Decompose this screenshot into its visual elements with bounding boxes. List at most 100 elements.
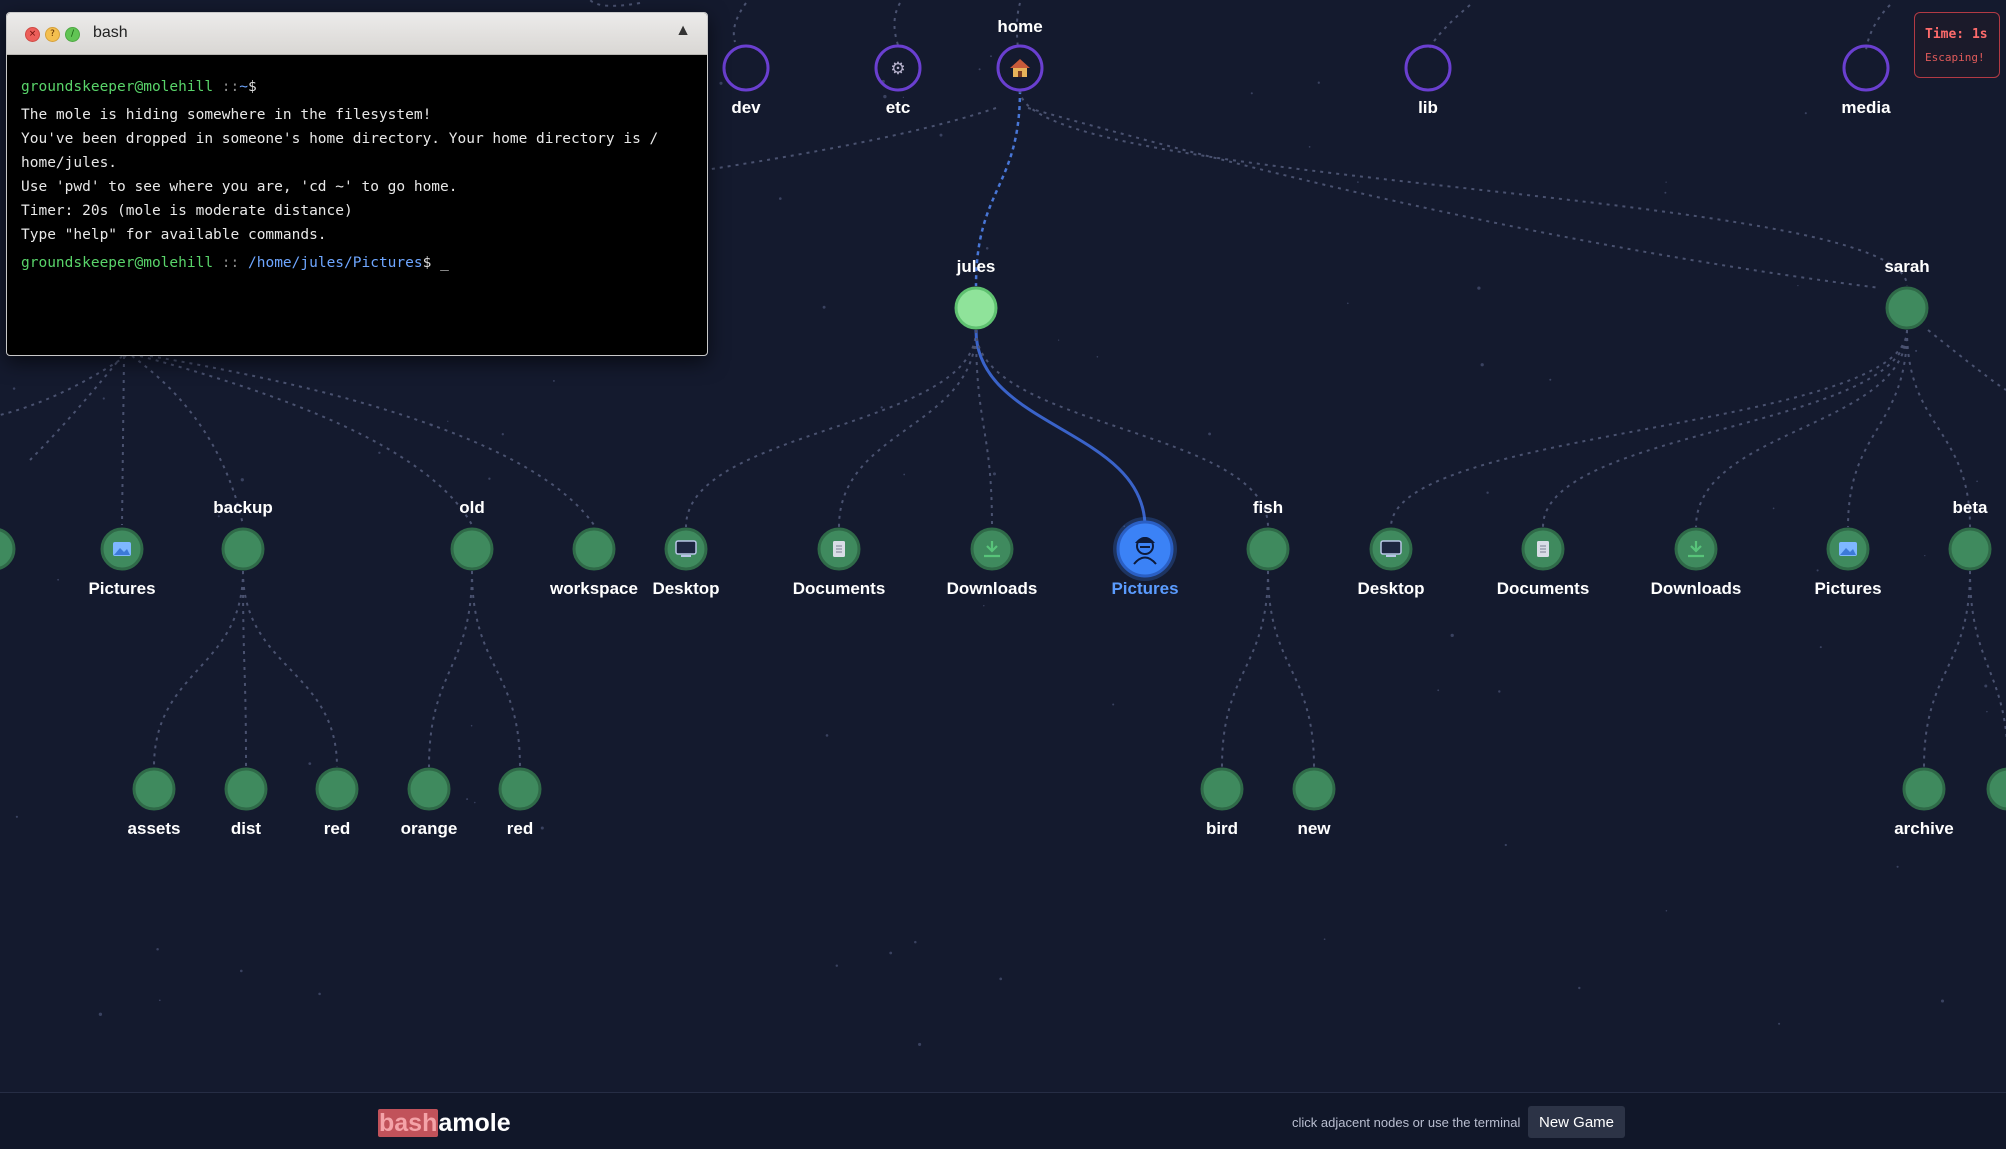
star <box>552 379 555 382</box>
dir-node-circle[interactable] <box>1292 767 1336 811</box>
terminal-output[interactable]: groundskeeper@molehill ::~$ The mole is … <box>7 55 707 297</box>
node-edge-child[interactable] <box>1986 767 2006 811</box>
node-archive[interactable]: archive <box>1894 767 1954 838</box>
node-jules[interactable]: jules <box>954 257 998 330</box>
star <box>1308 146 1311 148</box>
graph-edge <box>471 570 521 768</box>
node-dev[interactable]: dev <box>722 44 770 117</box>
dir-node-circle[interactable] <box>132 767 176 811</box>
node-fish[interactable]: fish <box>1246 498 1290 571</box>
node-old[interactable]: old <box>450 498 494 571</box>
node-home[interactable]: home <box>996 17 1044 92</box>
dir-node-circle[interactable] <box>224 767 268 811</box>
node-label: lib <box>1418 98 1438 117</box>
dir-node-circle[interactable] <box>1948 527 1992 571</box>
node-label: Pictures <box>1814 579 1881 598</box>
node-label: media <box>1841 98 1891 117</box>
collapse-icon[interactable]: ▲ <box>675 22 691 40</box>
prompt-user: groundskeeper@molehill <box>21 79 214 95</box>
graph-edge <box>1847 329 1908 528</box>
node-s-downloads[interactable]: Downloads <box>1651 527 1742 598</box>
dir-node-circle[interactable] <box>0 528 16 570</box>
node-assets[interactable]: assets <box>128 767 181 838</box>
dir-node-circle[interactable] <box>1246 527 1290 571</box>
house-roof <box>1010 59 1030 68</box>
prompt-path: ~ <box>239 79 248 95</box>
star <box>903 473 906 476</box>
star <box>880 406 883 409</box>
node-dist[interactable]: dist <box>224 767 268 838</box>
node-o-red[interactable]: red <box>498 767 542 838</box>
node-orange[interactable]: orange <box>401 767 458 838</box>
star <box>1504 843 1507 847</box>
system-node-circle[interactable] <box>722 44 770 92</box>
dir-node-circle[interactable] <box>407 767 451 811</box>
node-j-documents[interactable]: Documents <box>793 527 886 598</box>
star <box>1665 909 1668 912</box>
node-j-downloads[interactable]: Downloads <box>947 527 1038 598</box>
graph-edge <box>975 329 993 528</box>
minimize-button[interactable]: ? <box>45 27 60 42</box>
star <box>308 762 312 765</box>
star <box>239 969 243 973</box>
player-node-circle[interactable] <box>1116 520 1174 578</box>
node-new[interactable]: new <box>1292 767 1336 838</box>
node-b-red[interactable]: red <box>315 767 359 838</box>
dir-node-circle[interactable] <box>221 527 265 571</box>
star <box>1797 284 1799 287</box>
close-button[interactable]: × <box>25 27 40 42</box>
star <box>466 798 469 801</box>
node-l-pictures[interactable]: Pictures <box>88 527 156 598</box>
maximize-button[interactable]: / <box>65 27 80 42</box>
node-lib[interactable]: lib <box>1404 44 1452 117</box>
node-beta[interactable]: beta <box>1948 498 1992 571</box>
system-node-circle[interactable] <box>1404 44 1452 92</box>
edge-offscreen <box>139 355 473 526</box>
dir-node-circle[interactable] <box>1885 286 1929 330</box>
node-s-desktop[interactable]: Desktop <box>1357 527 1425 598</box>
node-media[interactable]: media <box>1841 44 1891 117</box>
logo-bash: bash <box>378 1109 439 1137</box>
star <box>1924 554 1926 557</box>
terminal-window[interactable]: × ? / bash ▲ groundskeeper@molehill ::~$… <box>6 12 708 356</box>
house-door <box>1018 71 1022 77</box>
terminal-input-line[interactable]: groundskeeper@molehill :: /home/jules/Pi… <box>21 251 693 275</box>
terminal-cursor[interactable]: _ <box>440 255 449 271</box>
node-label: backup <box>213 498 273 517</box>
star <box>1323 938 1326 941</box>
graph-edge <box>838 329 977 528</box>
dir-node-circle[interactable] <box>498 767 542 811</box>
terminal-line: The mole is hiding somewhere in the file… <box>21 107 432 123</box>
node-s-documents[interactable]: Documents <box>1497 527 1590 598</box>
star <box>1347 302 1349 305</box>
star <box>318 992 321 996</box>
dir-node-circle[interactable] <box>1200 767 1244 811</box>
new-game-button[interactable]: New Game <box>1528 1106 1625 1138</box>
node-label: assets <box>128 819 181 838</box>
node-j-pictures[interactable]: Pictures <box>1111 517 1179 598</box>
star <box>470 724 473 727</box>
node-s-pictures[interactable]: Pictures <box>1814 527 1882 598</box>
node-workspace[interactable]: workspace <box>549 527 638 598</box>
node-bird[interactable]: bird <box>1200 767 1244 838</box>
star <box>158 999 161 1002</box>
system-node-circle[interactable] <box>1842 44 1890 92</box>
dir-node-circle[interactable] <box>315 767 359 811</box>
star <box>778 197 782 200</box>
edge-offscreen <box>1427 4 1471 51</box>
dir-node-circle[interactable] <box>1986 767 2006 811</box>
terminal-titlebar[interactable]: × ? / bash ▲ <box>7 13 707 55</box>
node-backup[interactable]: backup <box>213 498 273 571</box>
node-s[interactable]: s <box>0 528 16 598</box>
graph-edge <box>1221 570 1269 768</box>
node-sarah[interactable]: sarah <box>1884 257 1930 330</box>
dir-node-circle[interactable] <box>450 527 494 571</box>
node-j-desktop[interactable]: Desktop <box>652 527 720 598</box>
dir-node-circle[interactable] <box>572 527 616 571</box>
dir-node-circle[interactable] <box>1902 767 1946 811</box>
timer-text: Time: 1s <box>1925 27 1988 42</box>
star <box>156 947 159 951</box>
node-label: old <box>459 498 485 517</box>
current-node-circle[interactable] <box>954 286 998 330</box>
star <box>835 964 839 967</box>
